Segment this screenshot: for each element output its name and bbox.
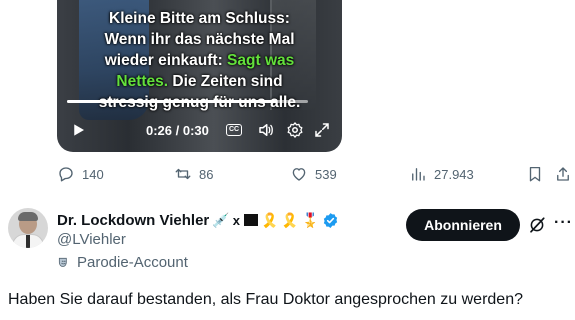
bookmark-icon	[529, 166, 541, 182]
play-icon	[74, 124, 84, 136]
author-display-name: Dr. Lockdown Viehler	[57, 211, 210, 229]
video-player[interactable]: Kleine Bitte am Schluss: Wenn ihr das nä…	[57, 0, 342, 152]
black-flag-icon	[243, 214, 258, 226]
medal-icon: 🎖️	[301, 212, 320, 228]
verified-badge-icon	[324, 212, 338, 228]
avatar-hair	[18, 212, 38, 221]
views-button[interactable]: 27.943	[409, 165, 474, 183]
reply-count: 140	[82, 166, 104, 182]
name-x-text: x	[232, 212, 240, 228]
video-controls: 0:26 / 0:30 CC	[57, 118, 342, 144]
tweet-actions: 140 86 539 27.943	[57, 165, 575, 187]
fullscreen-icon	[315, 123, 329, 137]
ribbon-icon: 🎗️	[260, 212, 279, 228]
heart-icon	[292, 168, 306, 181]
video-progress-bar[interactable]	[67, 100, 308, 103]
speaker-icon	[259, 124, 273, 136]
volume-button[interactable]	[257, 118, 275, 142]
grok-icon[interactable]	[528, 216, 546, 234]
subtitle-highlight: Nettes.	[116, 73, 169, 90]
analytics-icon	[412, 168, 425, 181]
video-progress-fill	[67, 100, 276, 103]
share-icon	[557, 167, 569, 181]
like-count: 539	[315, 166, 337, 182]
fullscreen-button[interactable]	[313, 118, 331, 142]
video-subtitle: Kleine Bitte am Schluss: Wenn ihr das nä…	[57, 8, 342, 113]
reply-icon	[59, 167, 73, 182]
subtitle-text: wieder einkauft:	[104, 52, 228, 69]
view-count: 27.943	[434, 166, 474, 182]
captions-icon: CC	[226, 124, 242, 136]
video-time: 0:26 / 0:30	[146, 118, 209, 142]
follow-button[interactable]: Abonnieren	[406, 209, 520, 241]
subtitle-line: Wenn ihr das nächste Mal	[104, 31, 295, 48]
ribbon-icon: 🎗️	[281, 212, 299, 228]
parody-label-text: Parodie-Account	[77, 254, 188, 271]
reply-button[interactable]: 140	[57, 165, 104, 183]
repost-count: 86	[199, 166, 214, 182]
captions-button[interactable]: CC	[226, 118, 242, 142]
more-options-button[interactable]: ···	[554, 214, 573, 232]
avatar-tie	[26, 235, 30, 248]
subtitle-line: wieder einkauft: Sagt was	[57, 50, 342, 71]
syringe-icon: 💉	[212, 212, 230, 228]
video-time-text: 0:26 / 0:30	[146, 122, 209, 138]
subtitle-highlight: Sagt was	[227, 52, 295, 69]
author-name-row[interactable]: Dr. Lockdown Viehler 💉 x 🎗️ 🎗️ 🎖️	[57, 210, 339, 230]
share-button[interactable]	[554, 165, 572, 183]
author-handle[interactable]: @LViehler	[57, 231, 126, 248]
repost-icon	[175, 168, 191, 180]
theater-mask-icon	[58, 257, 67, 267]
gear-icon	[287, 122, 303, 138]
parody-label: Parodie-Account	[57, 254, 188, 271]
play-button[interactable]	[69, 118, 87, 142]
avatar[interactable]	[8, 208, 48, 248]
subtitle-line: Nettes. Die Zeiten sind	[57, 71, 342, 92]
subtitle-text: Die Zeiten sind	[168, 73, 283, 90]
bookmark-button[interactable]	[526, 165, 544, 183]
tweet-text: Haben Sie darauf bestanden, als Frau Dok…	[8, 291, 523, 308]
repost-button[interactable]: 86	[174, 165, 213, 183]
subtitle-line: Kleine Bitte am Schluss:	[109, 10, 290, 27]
like-button[interactable]: 539	[290, 165, 337, 183]
settings-button[interactable]	[286, 118, 304, 142]
